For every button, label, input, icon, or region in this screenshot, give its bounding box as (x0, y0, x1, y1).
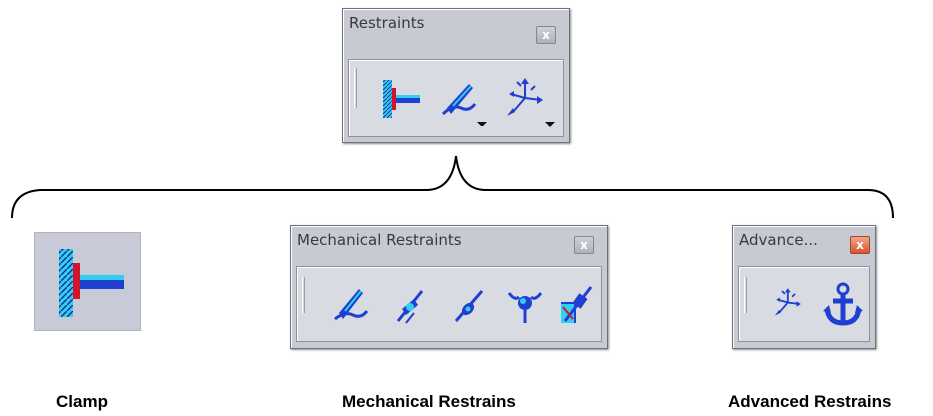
advanced-restraint-icon[interactable] (769, 283, 811, 325)
mechanical-close-button[interactable]: x (574, 236, 594, 254)
clamp-icon (59, 249, 124, 317)
advanced-close-button[interactable]: x (850, 236, 870, 254)
toolbar-grip[interactable] (302, 277, 305, 313)
mechanical-toolbar-title: Mechanical Restraints (297, 231, 462, 249)
mechanical-restraints-toolbar: Mechanical Restraints x (290, 225, 608, 349)
isostatic-restraint-icon[interactable] (823, 281, 863, 327)
caption-clamp: Clamp (56, 392, 108, 411)
toolbar-grip[interactable] (744, 277, 747, 313)
caption-mechanical: Mechanical Restrains (342, 392, 516, 411)
clamp-icon-box[interactable] (34, 232, 141, 331)
mechanical-toolbar-tray (296, 266, 602, 342)
pivot-icon[interactable] (555, 281, 599, 329)
advanced-toolbar-title: Advance... (739, 231, 818, 249)
advanced-toolbar-tray (738, 266, 870, 342)
brace-connector (11, 155, 894, 219)
surface-slider-icon[interactable] (333, 283, 373, 327)
slider-icon[interactable] (392, 283, 432, 327)
ball-join-icon[interactable] (505, 283, 545, 327)
advanced-restraints-toolbar: Advance... x (732, 225, 876, 349)
caption-advanced: Advanced Restrains (728, 392, 892, 411)
sliding-pivot-icon[interactable] (450, 283, 490, 327)
